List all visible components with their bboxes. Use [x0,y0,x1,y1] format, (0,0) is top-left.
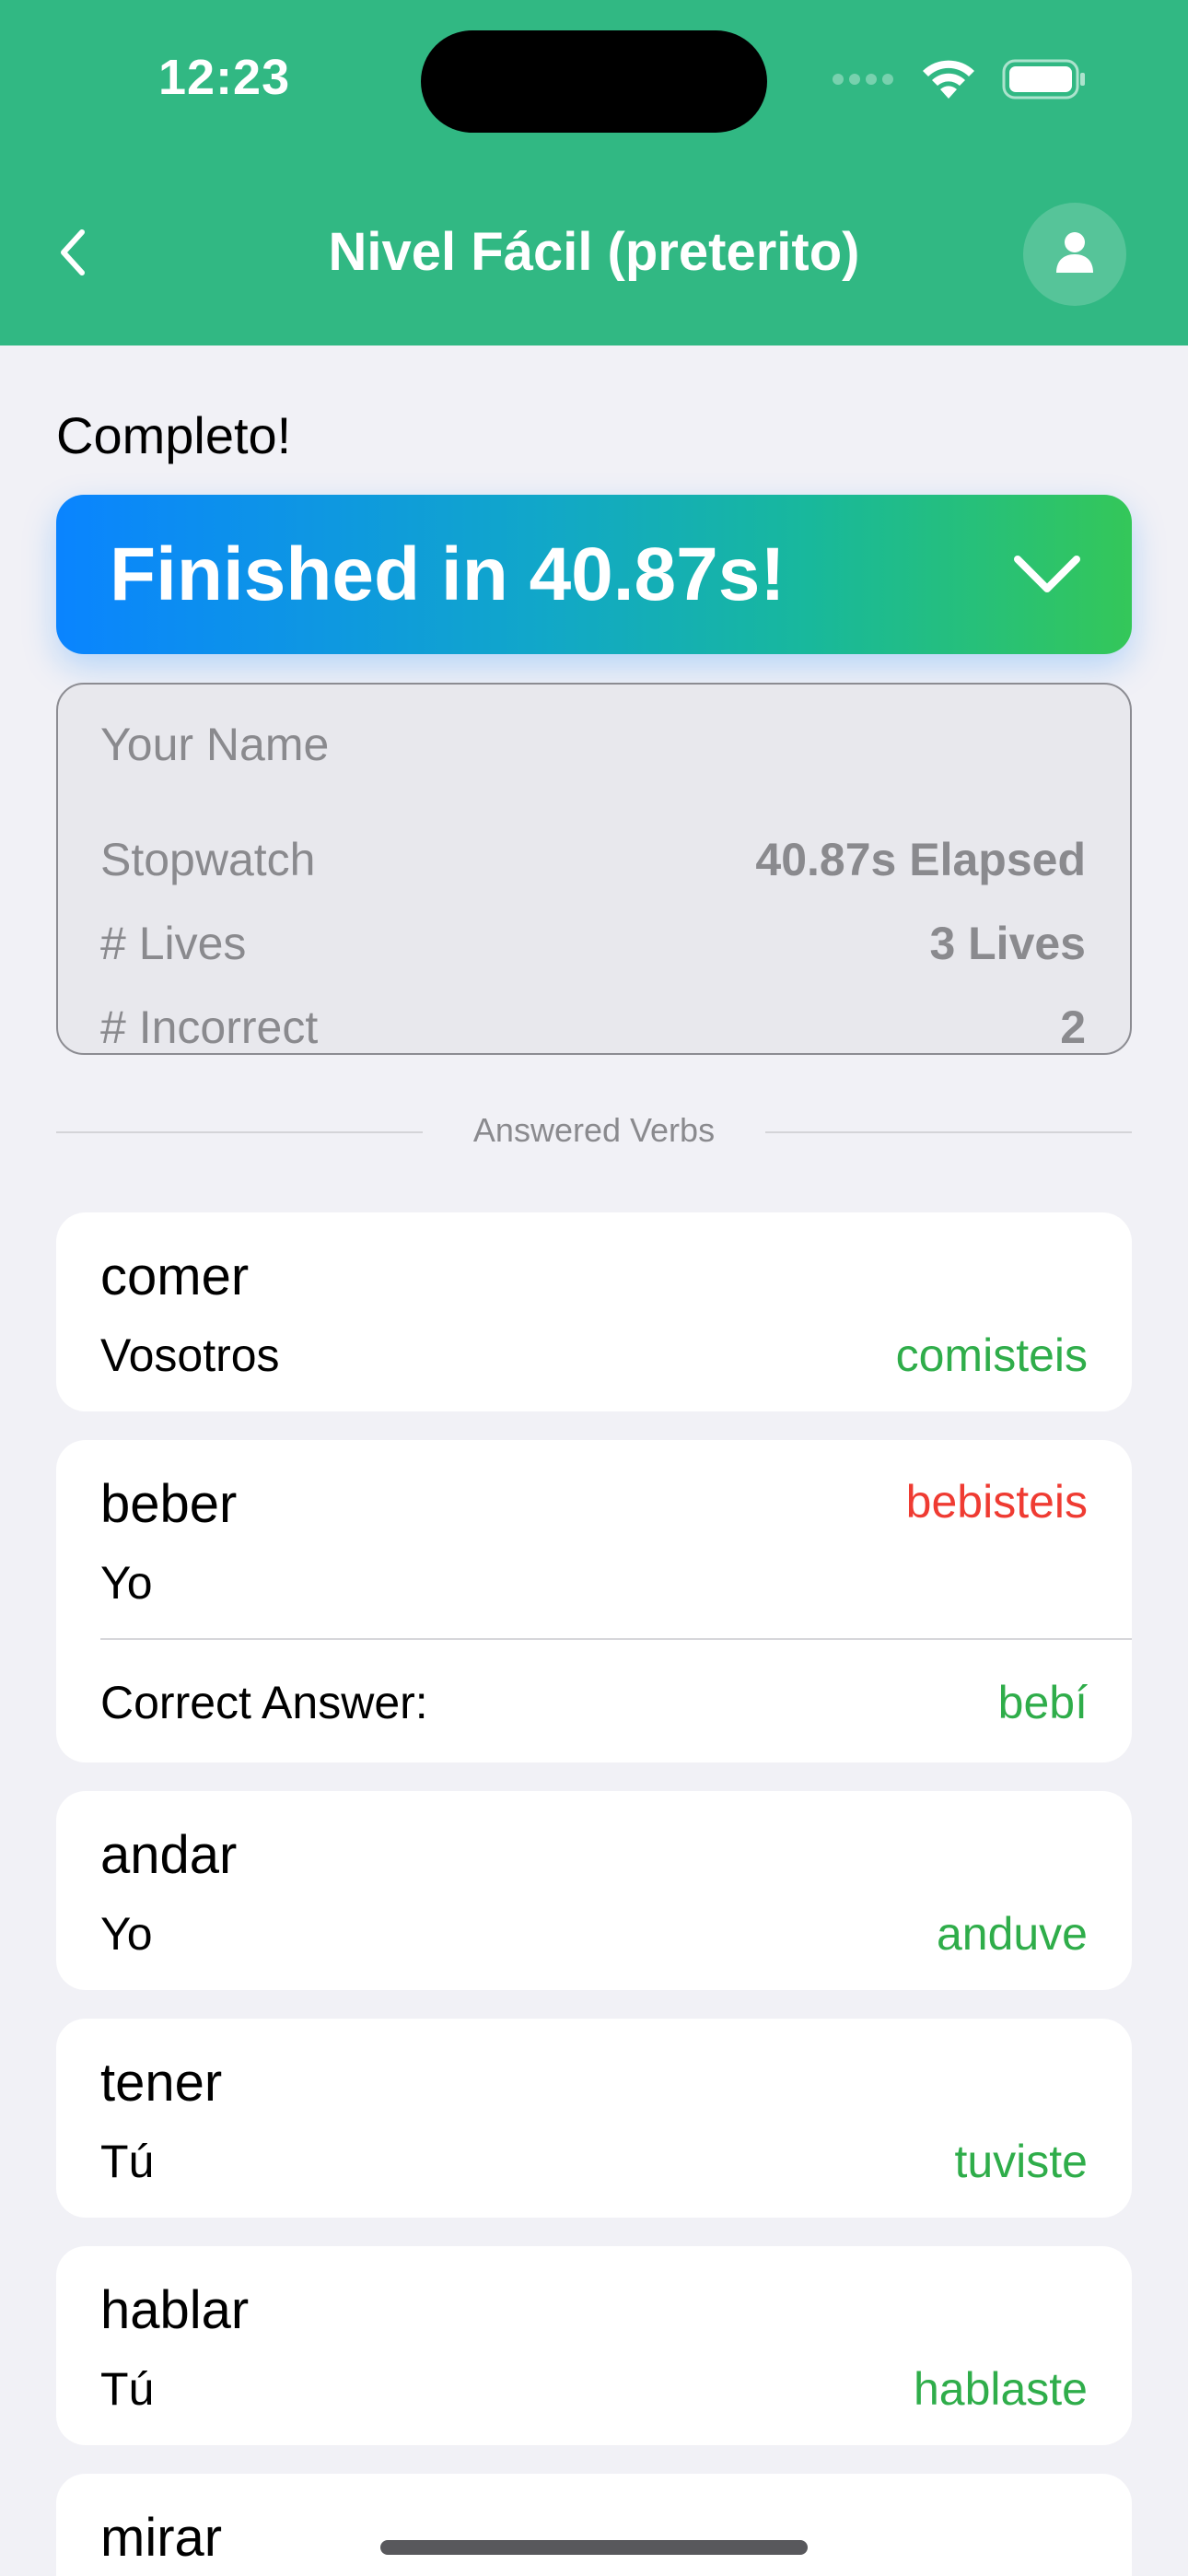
completion-heading: Completo! [56,406,292,464]
stat-value: 2 [1060,1001,1086,1053]
verb-card: comer Vosotros comisteis [56,1212,1132,1411]
stat-label: # Lives [100,918,247,969]
stat-value: 3 Lives [929,918,1086,969]
verb-infinitive: andar [100,1825,238,1885]
chevron-down-icon[interactable] [1010,548,1084,604]
profile-button[interactable] [1023,203,1126,306]
stat-label: # Incorrect [100,1001,319,1053]
person-icon [1054,230,1095,279]
battery-icon [1002,59,1087,100]
home-indicator[interactable] [380,2540,808,2555]
verb-card: hablar Tú hablaste [56,2246,1132,2445]
wifi-icon [921,58,976,100]
verb-answer-incorrect: bebisteis [905,1476,1088,1528]
app-header: 12:23 Nivel Fácil (preterito) [0,0,1188,345]
finish-time-text: Finished in 40.87s! [110,533,786,616]
verb-pronoun: Tú [100,2136,155,2187]
lives-row: # Lives 3 Lives [100,911,1086,976]
verb-pronoun: Vosotros [100,1329,280,1381]
verb-answer: hablaste [913,2363,1088,2415]
status-indicators [831,53,1087,105]
correct-answer-label: Correct Answer: [100,1677,428,1728]
stat-value: 40.87s Elapsed [755,834,1086,885]
verb-infinitive: comer [100,1247,250,1306]
page-title: Nivel Fácil (preterito) [328,222,860,282]
answered-verbs-label: Answered Verbs [472,1111,716,1149]
verb-pronoun: Yo [100,1557,153,1609]
verb-pronoun: Tú [100,2363,155,2415]
correct-answer-value: bebí [997,1677,1088,1728]
verb-infinitive: mirar [100,2508,223,2568]
verb-pronoun: Yo [100,1908,153,1960]
verb-infinitive: beber [100,1474,238,1534]
name-input[interactable] [100,712,1077,777]
verb-card: andar Yo anduve [56,1791,1132,1990]
verb-card: mirar [56,2474,1132,2576]
verb-card: tener Tú tuviste [56,2019,1132,2218]
status-time: 12:23 [158,50,291,105]
verb-infinitive: hablar [100,2280,250,2340]
stopwatch-row: Stopwatch 40.87s Elapsed [100,827,1086,892]
dynamic-island [421,30,767,133]
stats-card: Stopwatch 40.87s Elapsed # Lives 3 Lives… [56,683,1132,1055]
finish-time-banner[interactable]: Finished in 40.87s! [56,495,1132,654]
verb-card: beber bebisteis Yo Correct Answer: bebí [56,1440,1132,1762]
verb-infinitive: tener [100,2053,223,2113]
divider-line-right [765,1131,1132,1133]
incorrect-row: # Incorrect 2 [100,995,1086,1060]
card-divider [100,1638,1132,1640]
verb-answer: anduve [936,1908,1088,1960]
stat-label: Stopwatch [100,834,316,885]
cellular-signal-icon [831,70,895,88]
verb-answer: comisteis [895,1329,1088,1381]
verb-answer: tuviste [954,2136,1088,2187]
